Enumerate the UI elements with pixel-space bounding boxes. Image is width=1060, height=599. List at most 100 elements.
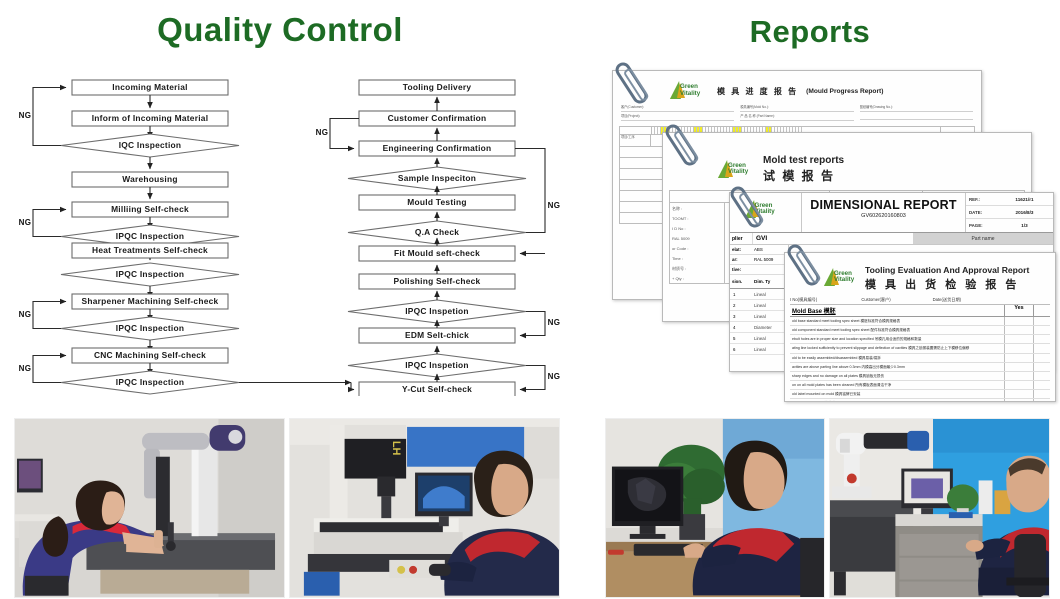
flow-node-left-8: Sharpener Machining Self-check [82, 296, 219, 306]
flow-ng-label-right-3: NG [548, 372, 561, 381]
flow-node-right-3: Sample Inspeciton [398, 173, 476, 183]
flow-ng-label-left-2: NG [19, 310, 32, 319]
page-title-quality-control: Quality Control [157, 11, 403, 48]
doc2-field-1: TOOMT : [672, 216, 689, 221]
flow-node-left-10: CNC Machining Self-check [94, 350, 206, 360]
quality-control-flowchart: Incoming Material Inform of Incoming Mat… [14, 66, 562, 396]
doc4-checklist-row: old to be easily assembled/disassembled … [790, 354, 1050, 363]
flow-node-left-9: IPQC Inspection [116, 323, 184, 333]
flow-node-left-2: IQC Inspection [119, 140, 182, 150]
doc4-checklist-row: old base standard meet tooling spec shee… [790, 317, 1050, 326]
flow-node-right-1: Customer Confirmation [388, 113, 487, 123]
photo-cmm-operator-female[interactable] [14, 418, 285, 598]
green-vitality-logo-icon: Green Vitality [669, 81, 703, 101]
flow-node-left-6: Heat Treatments Self-check [92, 245, 208, 255]
photo-cmm-lab-workstation[interactable] [829, 418, 1050, 598]
doc4-checklist-row: avities are above parting line above 0.3… [790, 363, 1050, 372]
doc3-meta-label-2: PAGE: [969, 223, 983, 228]
flow-ng-label-left-0: NG [19, 111, 32, 120]
flow-ng-label-right-1: NG [548, 201, 561, 210]
doc1-field-4: 图纸编号(Drawing No.): [859, 105, 893, 109]
doc2-field-6: 材质号 : [672, 266, 687, 271]
doc1-field-1: 项目(Project): [621, 114, 641, 119]
flow-node-right-5: Q.A Check [415, 227, 459, 237]
flow-ng-label-left-3: NG [19, 364, 32, 373]
flow-node-left-3: Warehousing [122, 174, 177, 184]
photo-row-right [605, 418, 1050, 598]
flow-node-left-4: Milliing Self-check [111, 204, 189, 214]
flow-node-right-7: Polishing Self-check [394, 276, 481, 286]
doc4-title-cn: 模 具 出 货 检 验 报 告 [865, 279, 1020, 291]
doc3-meta-label-0: REF.: [969, 196, 980, 202]
flow-node-right-0: Tooling Delivery [403, 82, 472, 92]
doc2-field-0: 名称 : [672, 206, 683, 211]
doc4-field-2: Date(送货日期) [932, 297, 962, 302]
doc4-result-column: Yes [1004, 305, 1034, 316]
doc3-meta-value-1: 2016/8/3 [1015, 209, 1034, 215]
doc4-title-en: Tooling Evaluation And Approval Report [865, 265, 1030, 275]
doc4-checklist-row: old component standard meet tooling spec… [790, 326, 1050, 335]
svg-text:LH: LH [390, 441, 402, 456]
doc2-field-2: I D No : [672, 226, 686, 231]
doc3-row: 4 Diameter [730, 322, 788, 333]
flow-node-left-1: Inform of Incoming Material [92, 113, 209, 123]
doc2-field-7: + Qty : [672, 276, 684, 281]
doc4-checklist-row: ating line locked sufficiently to preven… [790, 344, 1050, 354]
doc2-title-en: Mold test reports [763, 155, 845, 166]
document-tooling-evaluation-report[interactable]: Green Vitality Tooling Evaluation And App… [784, 252, 1056, 402]
flow-node-right-11: Y-Cut Self-check [402, 384, 472, 394]
doc2-field-3: RAL 5009 [672, 236, 690, 241]
doc3-left-value-2: RAL 5009 [754, 257, 774, 262]
flow-node-right-6: Fit Mould seft-check [394, 248, 480, 258]
doc3-left-value-1: ABS [754, 247, 763, 252]
doc3-row: 6 Lineal [730, 344, 788, 355]
doc3-left-label-0: plier [732, 236, 743, 242]
flow-ng-label-right-0: NG [316, 128, 329, 137]
doc2-field-4: or Code : [672, 246, 689, 251]
photo-row-left: LH [14, 418, 560, 598]
doc4-checklist-row: ebult holes are in proper size and locat… [790, 335, 1050, 344]
flow-node-right-10: IPQC Inspetion [405, 360, 469, 370]
doc3-row: 3 Lineal [730, 311, 788, 322]
flow-ng-label-right-2: NG [548, 318, 561, 327]
green-vitality-logo-icon: Green Vitality [717, 159, 751, 180]
doc3-meta-value-2: 1/3 [1021, 223, 1028, 228]
doc3-row: 1 Lineal [730, 289, 788, 300]
doc4-checklist-row: sharp edges and no damage on all plates … [790, 372, 1050, 381]
doc3-docnum: GV602620160803 [861, 213, 906, 219]
doc3-title: DIMENSIONAL REPORT [810, 198, 957, 212]
flow-node-right-4: Mould Testing [407, 197, 466, 207]
doc3-meta-value-0: 11621/r1 [1015, 196, 1034, 202]
flow-node-left-11: IPQC Inspection [116, 377, 184, 387]
flow-node-right-9: EDM Selt-chick [405, 330, 469, 340]
flow-node-left-5: IPQC Inspection [116, 231, 184, 241]
doc4-field-1: Customer(客户) [861, 297, 891, 302]
doc1-field-2: 模具编号(Mold No.): [740, 105, 769, 109]
doc4-checklist-row: old label mounted on mold 模具铭牌已安装 [790, 390, 1050, 399]
doc4-checklist-row: on on all mold plates has been cleaned 所… [790, 381, 1050, 390]
doc3-left-label-2: ar: [732, 257, 738, 262]
doc3-row: 5 Lineal [730, 333, 788, 344]
doc4-section-title: Mold Base 模胚 [792, 309, 836, 315]
photo-vision-measuring-machine[interactable]: LH [289, 418, 560, 598]
reports-document-stack: Green Vitality 模 具 进 度 报 告 (Mould Progres… [604, 59, 1056, 402]
doc2-field-5: Time : [672, 256, 683, 261]
doc1-field-0: 客户(Customer): [621, 105, 645, 109]
doc1-col-0: 项目/工序 [621, 135, 635, 140]
flow-node-right-2: Engineering Confirmation [383, 143, 492, 153]
doc3-left-label-3: tive: [732, 267, 742, 272]
doc4-checklist-row: by bar slots needed 撬模槽已加工 [790, 399, 1050, 401]
doc3-row: 2 Lineal [730, 300, 788, 311]
flow-node-left-7: IPQC Inspection [116, 269, 184, 279]
doc2-title-cn: 试 模 报 告 [763, 169, 836, 183]
doc3-meta-label-1: DATE: [969, 209, 983, 215]
page-title-reports: Reports [749, 14, 871, 49]
doc3-left-label-1: elat: [732, 247, 742, 252]
photo-engineer-at-cad-workstation[interactable] [605, 418, 825, 598]
doc1-field-3: 产 品 名 称 (Part Name): [740, 114, 775, 119]
doc3-part-name-header: Part name [913, 233, 1053, 244]
doc3-left-value-0: GVI [752, 233, 913, 244]
doc1-title-cn: 模 具 进 度 报 告 [717, 86, 799, 96]
flow-ng-label-left-1: NG [19, 218, 32, 227]
doc1-title-en: (Mould Progress Report) [806, 87, 884, 95]
